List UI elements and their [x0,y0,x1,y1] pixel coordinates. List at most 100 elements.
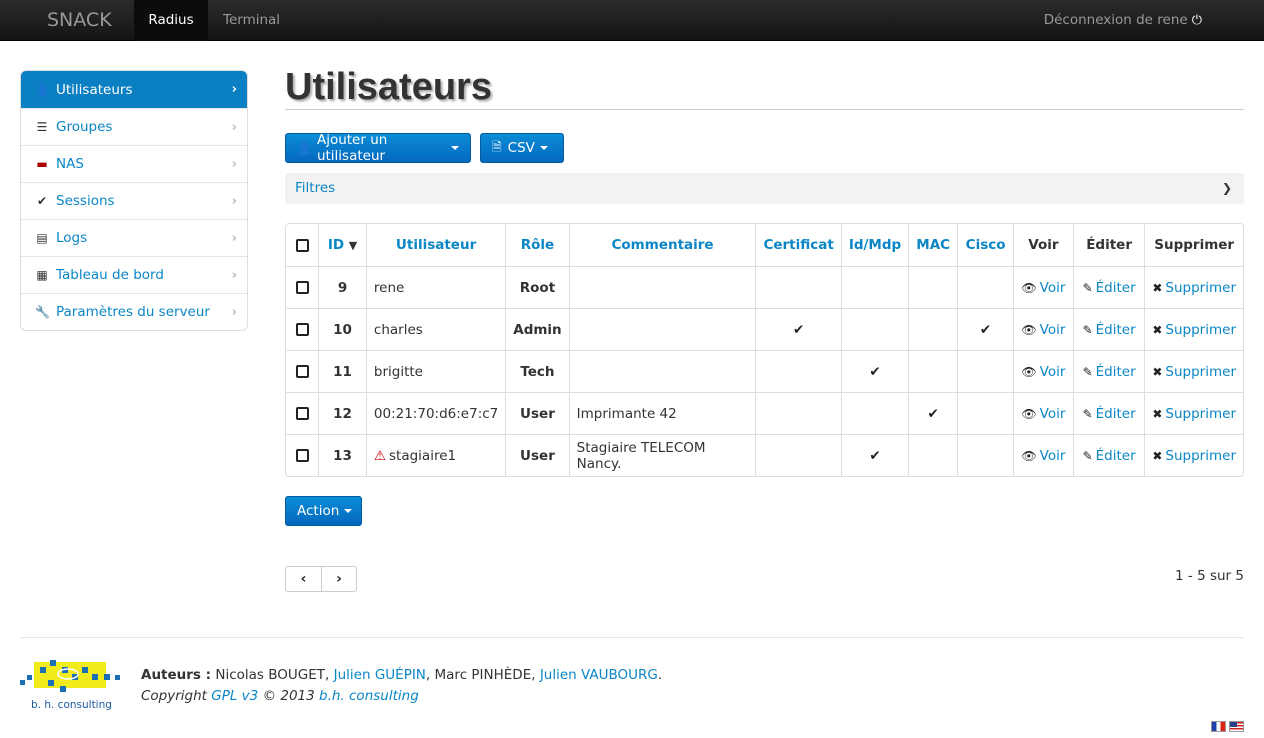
author-link[interactable]: Julien GUÉPIN [334,667,426,683]
edit-link[interactable]: ✎ Éditer [1072,434,1145,476]
chevron-right-icon: › [231,120,237,135]
caret-down-icon [451,146,459,150]
delete-label: Supprimer [1165,363,1236,380]
add-user-button[interactable]: 👤 Ajouter un utilisateur [285,132,471,164]
view-label: Voir [1039,405,1066,422]
nav-radius[interactable]: Radius [134,0,208,41]
license-link[interactable]: GPL v3 [211,688,258,704]
row-checkbox[interactable] [295,407,309,420]
sidebar-item-utilisateurs[interactable]: 👤 Utilisateurs › [21,71,247,108]
header-role[interactable]: Rôle [505,224,568,266]
sidebar-item-tableau-de-bord[interactable]: ▦ Tableau de bord › [21,256,247,293]
view-link[interactable]: 👁 Voir [1013,434,1073,476]
prev-page-button[interactable]: ‹ [286,567,321,591]
logout-label: Déconnexion de rene [1043,12,1188,28]
csv-button[interactable]: 🗎 CSV [480,133,564,163]
header-commentaire-label[interactable]: Commentaire [612,237,714,253]
copyright-year: © 2013 [262,688,315,704]
header-cisco[interactable]: Cisco [957,224,1013,266]
logout-link[interactable]: Déconnexion de rene ⏻ [1044,0,1202,41]
french-flag-icon[interactable] [1211,721,1226,732]
header-cisco-label[interactable]: Cisco [966,237,1006,253]
action-button[interactable]: Action [285,496,362,526]
user-name: rene [373,279,405,296]
chevron-right-icon: › [231,157,237,172]
header-certificat-label[interactable]: Certificat [763,237,833,253]
sidebar-item-nas[interactable]: ▬ NAS › [21,145,247,182]
list-icon: ☰ [36,120,48,134]
view-link[interactable]: 👁 Voir [1013,266,1073,308]
delete-link[interactable]: ✖ Supprimer [1144,392,1243,434]
edit-link[interactable]: ✎ Éditer [1072,266,1145,308]
bh-consulting-logo[interactable]: b. h. consulting [20,658,122,714]
table-row: 13 ⚠ stagiaire1 User Stagiaire TELECOM Na… [286,434,1243,476]
edit-icon: ✎ [1082,406,1093,421]
title-divider [285,109,1244,110]
next-page-button[interactable]: › [321,567,356,591]
edit-link[interactable]: ✎ Éditer [1072,350,1145,392]
select-all-checkbox[interactable] [295,238,309,252]
edit-link[interactable]: ✎ Éditer [1072,392,1145,434]
cell-idmdp [840,308,909,350]
view-link[interactable]: 👁 Voir [1013,392,1073,434]
cell-comment [568,308,756,350]
filters-label: Filtres [295,180,336,196]
sidebar-item-parametres[interactable]: 🔧 Paramètres du serveur › [21,293,247,330]
authors-line: Auteurs : Nicolas BOUGET, Julien GUÉPIN,… [141,667,663,683]
cell-role: Admin [505,308,569,350]
delete-label: Supprimer [1165,447,1236,464]
sidebar-item-groupes[interactable]: ☰ Groupes › [21,108,247,145]
users-table: ID ▼ Utilisateur Rôle Commentaire Certif… [285,223,1244,477]
copyright-prefix: Copyright [141,688,207,704]
cell-cisco: ✔ [957,308,1013,350]
header-mac-label[interactable]: MAC [916,237,950,253]
user-name: 00:21:70:d6:e7:c7 [373,405,499,422]
table-row: 12 00:21:70:d6:e7:c7 User Imprimante 42 … [286,392,1243,434]
header-utilisateur-label[interactable]: Utilisateur [396,237,476,253]
row-checkbox[interactable] [295,365,309,378]
cell-cisco [957,266,1013,308]
delete-label: Supprimer [1165,321,1236,338]
cell-mac [908,350,958,392]
filters-toggle[interactable]: Filtres ❯ [285,173,1244,204]
row-checkbox[interactable] [295,449,309,462]
delete-link[interactable]: ✖ Supprimer [1144,308,1243,350]
us-flag-icon[interactable] [1229,721,1244,732]
header-idmdp[interactable]: Id/Mdp [840,224,908,266]
header-role-label[interactable]: Rôle [521,237,554,253]
csv-label: CSV [507,140,535,156]
company-link[interactable]: b.h. consulting [319,688,419,704]
header-certificat[interactable]: Certificat [755,224,840,266]
edit-link[interactable]: ✎ Éditer [1072,308,1145,350]
log-icon: ▤ [36,231,48,245]
file-icon: 🗎 [492,139,502,154]
cell-comment: Stagiaire TELECOM Nancy. [568,434,756,476]
chevron-down-icon: ❯ [1221,181,1232,195]
header-id-label[interactable]: ID [328,237,344,253]
cell-cert [755,392,841,434]
header-commentaire[interactable]: Commentaire [568,224,756,266]
eye-icon: 👁 [1021,448,1037,463]
delete-link[interactable]: ✖ Supprimer [1144,266,1243,308]
row-select-cell [286,266,319,308]
view-link[interactable]: 👁 Voir [1013,308,1073,350]
cell-comment: Imprimante 42 [568,392,756,434]
nav-terminal[interactable]: Terminal [223,0,280,41]
header-idmdp-label[interactable]: Id/Mdp [849,237,901,253]
header-id[interactable]: ID ▼ [318,224,366,266]
copyright-line: Copyright GPL v3 © 2013 b.h. consulting [141,688,419,704]
row-checkbox[interactable] [295,323,309,336]
header-utilisateur[interactable]: Utilisateur [365,224,505,266]
author-link[interactable]: Julien VAUBOURG [540,667,658,683]
row-checkbox[interactable] [295,281,309,294]
sidebar-item-sessions[interactable]: ✔ Sessions › [21,182,247,219]
footer-divider [20,637,1244,638]
view-label: Voir [1039,321,1066,338]
edit-label: Éditer [1095,279,1136,296]
delete-link[interactable]: ✖ Supprimer [1144,350,1243,392]
view-link[interactable]: 👁 Voir [1013,350,1073,392]
delete-link[interactable]: ✖ Supprimer [1144,434,1243,476]
header-mac[interactable]: MAC [908,224,957,266]
sidebar-item-logs[interactable]: ▤ Logs › [21,219,247,256]
brand-logo[interactable]: SNACK [47,9,112,31]
